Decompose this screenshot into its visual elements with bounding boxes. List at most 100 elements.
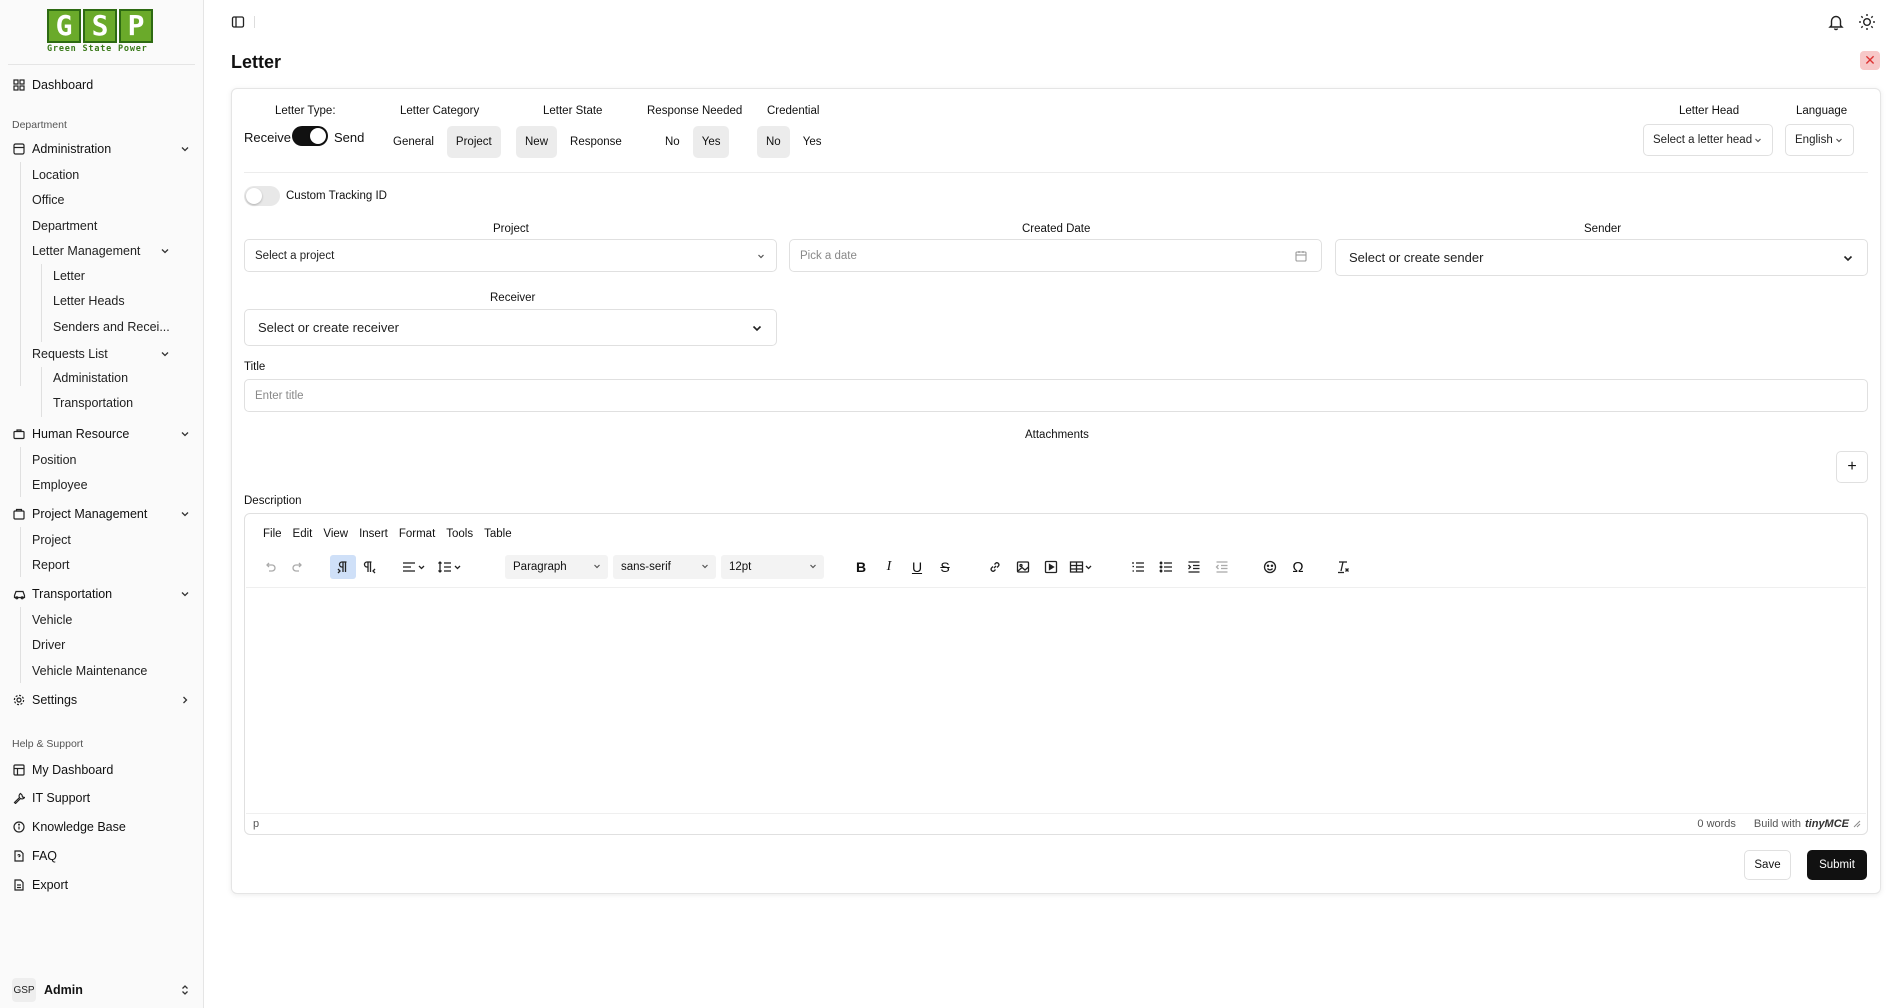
indent-icon[interactable]	[1183, 555, 1205, 579]
sender-select[interactable]: Select or create sender	[1335, 239, 1868, 276]
language-select[interactable]: English	[1785, 124, 1854, 156]
sidebar-item-office[interactable]: Office	[32, 189, 64, 211]
menu-edit[interactable]: Edit	[293, 528, 313, 540]
link-icon[interactable]	[984, 555, 1006, 579]
menu-insert[interactable]: Insert	[359, 528, 388, 540]
ltr-direction-icon[interactable]	[330, 555, 356, 579]
table-icon[interactable]	[1067, 555, 1099, 579]
project-select[interactable]: Select a project	[244, 239, 777, 272]
sidebar-item-project-management[interactable]: Project Management	[12, 502, 192, 526]
letter-type-receive-label[interactable]: Receive	[244, 130, 291, 145]
save-button[interactable]: Save	[1744, 850, 1791, 880]
sidebar-item-request-administation[interactable]: Administation	[53, 367, 128, 389]
editor-content-area[interactable]	[246, 587, 1866, 814]
sidebar-item-location[interactable]: Location	[32, 164, 79, 186]
sidebar-item-my-dashboard[interactable]: My Dashboard	[12, 758, 192, 782]
menu-format[interactable]: Format	[399, 528, 435, 540]
bullet-list-icon[interactable]	[1155, 555, 1177, 579]
sidebar-item-vehicle-maintenance[interactable]: Vehicle Maintenance	[32, 660, 147, 682]
sidebar-item-vehicle[interactable]: Vehicle	[32, 609, 72, 631]
receiver-select[interactable]: Select or create receiver	[244, 309, 777, 346]
attachments-label: Attachments	[1025, 429, 1089, 441]
letter-state-new[interactable]: New	[516, 126, 558, 158]
menu-file[interactable]: File	[263, 528, 282, 540]
emoji-icon[interactable]	[1259, 555, 1281, 579]
clear-formatting-icon[interactable]	[1332, 555, 1354, 579]
bold-icon[interactable]: B	[850, 555, 872, 579]
redo-icon[interactable]	[287, 555, 309, 579]
credential-yes[interactable]: Yes	[794, 126, 831, 158]
undo-icon[interactable]	[259, 555, 281, 579]
gsp-logo[interactable]: G S P Green State Power	[47, 9, 153, 54]
align-icon[interactable]	[399, 555, 431, 579]
strikethrough-icon[interactable]: S	[934, 555, 956, 579]
letter-type-send-label[interactable]: Send	[334, 130, 364, 145]
letter-category-general[interactable]: General	[384, 126, 443, 158]
sidebar-item-department[interactable]: Department	[32, 215, 97, 237]
menu-view[interactable]: View	[323, 528, 348, 540]
outdent-icon[interactable]	[1211, 555, 1233, 579]
add-attachment-button[interactable]: +	[1836, 451, 1868, 483]
sidebar-item-knowledge-base[interactable]: Knowledge Base	[12, 815, 192, 839]
chevron-down-icon	[178, 427, 192, 441]
user-menu[interactable]: GSP Admin	[12, 978, 192, 1002]
response-needed-yes[interactable]: Yes	[692, 126, 730, 158]
font-size-select[interactable]: 12pt	[721, 555, 824, 579]
resize-handle-icon[interactable]	[1853, 820, 1861, 828]
menu-tools[interactable]: Tools	[446, 528, 473, 540]
sidebar-item-letter[interactable]: Letter	[53, 265, 85, 287]
image-icon[interactable]	[1012, 555, 1034, 579]
numbered-list-icon[interactable]	[1127, 555, 1149, 579]
word-count[interactable]: 0 words	[1697, 818, 1736, 830]
created-date-picker[interactable]: Pick a date	[789, 239, 1322, 272]
letter-state-response[interactable]: Response	[561, 126, 631, 158]
chevron-down-icon	[158, 244, 172, 258]
submit-button[interactable]: Submit	[1807, 850, 1867, 880]
sun-icon[interactable]	[1858, 13, 1876, 31]
sidebar-item-it-support[interactable]: IT Support	[12, 786, 192, 810]
special-character-icon[interactable]: Ω	[1287, 555, 1309, 579]
sidebar-item-transportation[interactable]: Transportation	[12, 582, 192, 606]
element-path[interactable]: p	[253, 818, 259, 830]
sidebar-item-administration[interactable]: Administration	[12, 137, 192, 161]
sidebar-item-senders-receivers[interactable]: Senders and Recei...	[53, 316, 170, 338]
font-family-select[interactable]: sans-serif	[613, 555, 716, 579]
tinymce-brand[interactable]: tinyMCE	[1805, 818, 1849, 830]
block-format-select[interactable]: Paragraph	[505, 555, 608, 579]
sidebar-item-label: Dashboard	[32, 78, 94, 92]
letter-type-label: Letter Type:	[275, 105, 336, 117]
section-label-help: Help & Support	[12, 738, 84, 750]
close-button[interactable]: ✕	[1860, 51, 1880, 70]
sidebar-item-faq[interactable]: FAQ	[12, 844, 192, 868]
sidebar-item-position[interactable]: Position	[32, 449, 76, 471]
sidebar-item-human-resource[interactable]: Human Resource	[12, 422, 192, 446]
rtl-direction-icon[interactable]	[359, 555, 381, 579]
sidebar-item-export[interactable]: Export	[12, 873, 192, 897]
sidebar-item-requests-list[interactable]: Requests List	[32, 343, 172, 365]
bell-icon[interactable]	[1827, 13, 1845, 31]
line-height-icon[interactable]	[435, 555, 467, 579]
custom-tracking-toggle[interactable]	[244, 186, 280, 206]
credential-no[interactable]: No	[757, 126, 790, 158]
underline-icon[interactable]: U	[906, 555, 928, 579]
sidebar-item-letter-management[interactable]: Letter Management	[32, 240, 172, 262]
menu-table[interactable]: Table	[484, 528, 512, 540]
italic-icon[interactable]: I	[878, 555, 900, 579]
title-input[interactable]: Enter title	[244, 379, 1868, 412]
sidebar-item-driver[interactable]: Driver	[32, 634, 65, 656]
sidebar-item-letter-heads[interactable]: Letter Heads	[53, 290, 125, 312]
sidebar-toggle-icon[interactable]	[231, 15, 245, 29]
media-icon[interactable]	[1040, 555, 1062, 579]
sidebar-item-project[interactable]: Project	[32, 529, 71, 551]
response-needed-no[interactable]: No	[656, 126, 689, 158]
font-family-value: sans-serif	[621, 561, 671, 573]
letter-category-project[interactable]: Project	[446, 126, 501, 158]
sidebar-item-settings[interactable]: Settings	[12, 688, 192, 712]
sidebar-item-report[interactable]: Report	[32, 554, 70, 576]
sidebar-item-employee[interactable]: Employee	[32, 474, 88, 496]
sidebar-item-request-transportation[interactable]: Transportation	[53, 392, 133, 414]
sidebar-item-dashboard[interactable]: Dashboard	[12, 73, 192, 97]
sidebar-item-label: Human Resource	[32, 427, 130, 441]
letter-type-toggle[interactable]	[292, 126, 328, 146]
letter-head-select[interactable]: Select a letter head	[1643, 124, 1773, 156]
